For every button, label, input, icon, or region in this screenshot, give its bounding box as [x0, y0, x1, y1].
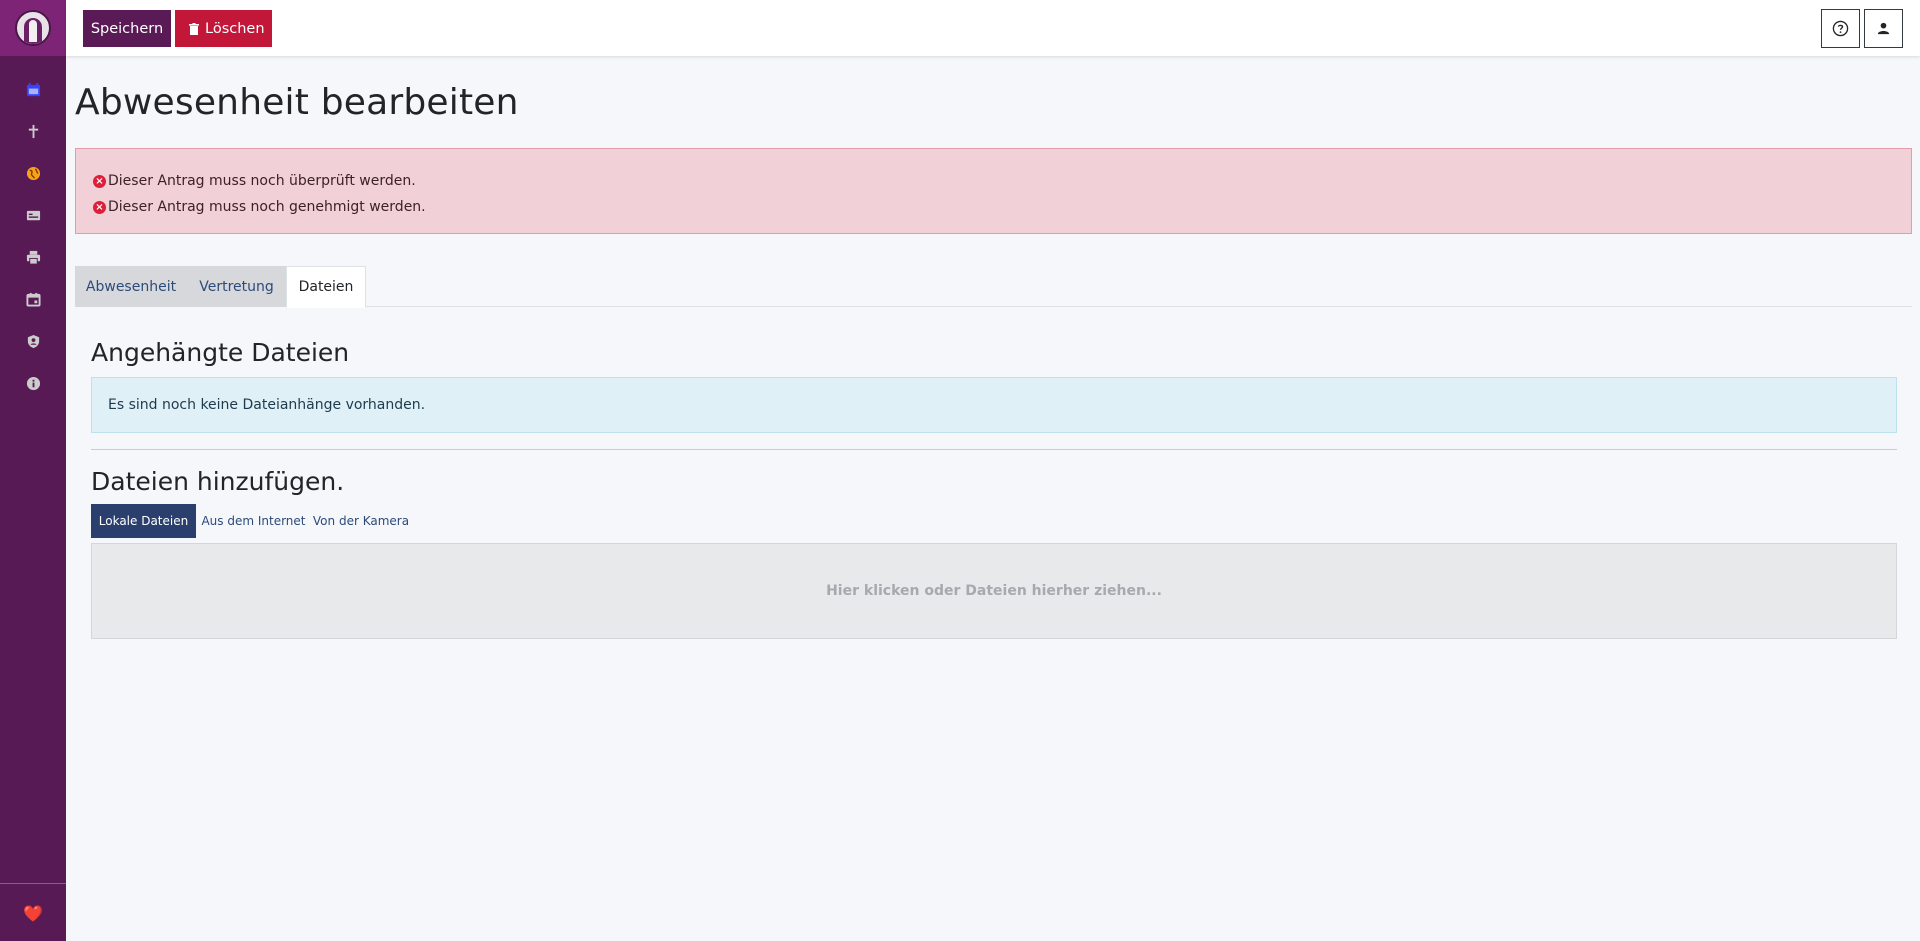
save-button[interactable]: Speichern — [83, 10, 171, 47]
trash-icon — [189, 22, 199, 35]
logo-icon — [15, 10, 51, 46]
tab-dateien[interactable]: Dateien — [286, 266, 366, 308]
user-menu-button[interactable] — [1864, 9, 1903, 48]
sidebar-item-church[interactable] — [0, 110, 66, 152]
delete-button-label: Löschen — [205, 20, 265, 37]
sidebar-item-cards[interactable] — [0, 194, 66, 236]
delete-button[interactable]: Löschen — [175, 10, 272, 47]
alert-line: × Dieser Antrag muss noch überprüft werd… — [93, 168, 1911, 194]
sidebar-item-calendar[interactable] — [0, 68, 66, 110]
sidebar-item-schedule[interactable] — [0, 278, 66, 320]
source-tab-local[interactable]: Lokale Dateien — [91, 504, 196, 538]
cross-icon — [28, 124, 38, 138]
sidebar-item-print[interactable] — [0, 236, 66, 278]
sidebar-nav — [0, 56, 66, 404]
source-tab-camera[interactable]: Von der Kamera — [311, 504, 411, 538]
user-icon — [1877, 22, 1890, 35]
sidebar-divider — [0, 883, 66, 884]
tab-bar: Abwesenheit Vertretung Dateien — [75, 266, 1912, 308]
sidebar-item-world[interactable] — [0, 152, 66, 194]
shield-user-icon — [27, 334, 39, 348]
globe-icon — [26, 166, 40, 180]
info-icon — [26, 376, 40, 390]
alert-line: × Dieser Antrag muss noch genehmigt werd… — [93, 194, 1911, 220]
sidebar: ❤️ — [0, 0, 66, 941]
attached-files-heading: Angehängte Dateien — [91, 338, 350, 367]
main-content: Abwesenheit bearbeiten × Dieser Antrag m… — [66, 56, 1920, 941]
top-toolbar: Speichern Löschen — [66, 0, 1920, 56]
sidebar-item-admin[interactable] — [0, 320, 66, 362]
tab-vertretung[interactable]: Vertretung — [187, 266, 286, 307]
source-tab-internet[interactable]: Aus dem Internet — [196, 504, 311, 538]
page-title: Abwesenheit bearbeiten — [75, 82, 519, 123]
alert-text: Dieser Antrag muss noch genehmigt werden… — [108, 199, 426, 215]
heart-icon[interactable]: ❤️ — [0, 896, 66, 930]
card-icon — [26, 210, 40, 220]
app-logo[interactable] — [0, 0, 66, 56]
sidebar-item-info[interactable] — [0, 362, 66, 404]
no-files-notice: Es sind noch keine Dateianhänge vorhande… — [91, 377, 1897, 433]
status-alert: × Dieser Antrag muss noch überprüft werd… — [75, 148, 1912, 234]
add-files-heading: Dateien hinzufügen. — [91, 467, 345, 496]
help-icon — [1832, 20, 1849, 37]
calendar-icon — [26, 82, 40, 96]
divider — [91, 449, 1897, 450]
error-icon: × — [93, 200, 106, 214]
calendar-outline-icon — [25, 292, 41, 307]
tab-abwesenheit[interactable]: Abwesenheit — [75, 266, 187, 307]
alert-text: Dieser Antrag muss noch überprüft werden… — [108, 173, 416, 189]
printer-icon — [26, 250, 40, 265]
error-icon: × — [93, 174, 106, 188]
help-button[interactable] — [1821, 9, 1860, 48]
file-dropzone[interactable]: Hier klicken oder Dateien hierher ziehen… — [91, 543, 1897, 639]
